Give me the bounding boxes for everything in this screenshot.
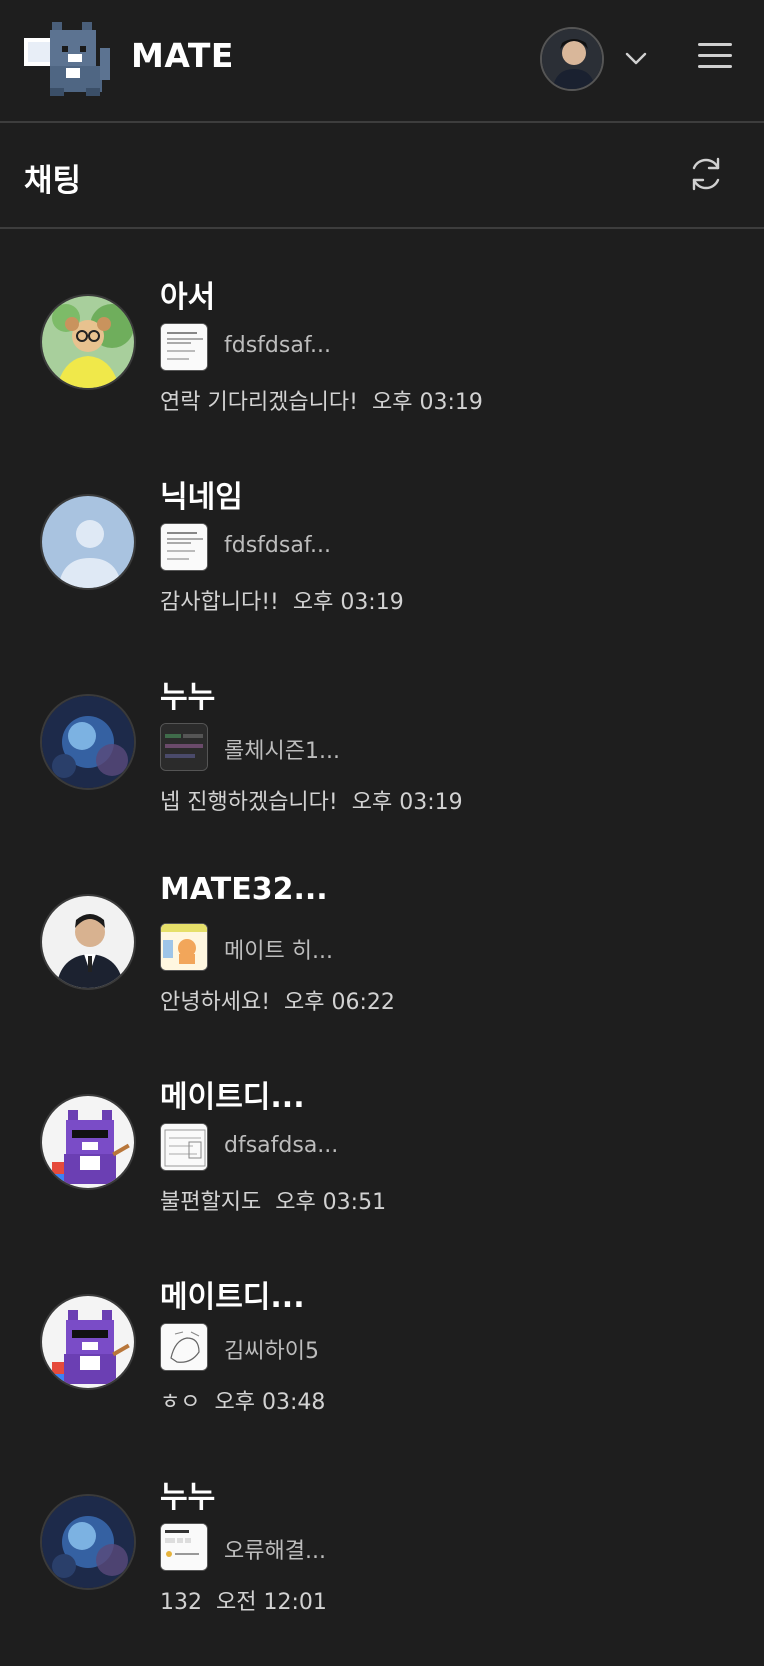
chat-last-message: 132	[160, 1590, 202, 1615]
chat-name: 메이트디...	[160, 1080, 305, 1115]
chat-time: 오전 12:01	[216, 1590, 327, 1615]
document-thumbnail	[160, 523, 208, 571]
chat-list-item[interactable]: 아서 fdsfdsaf... 연락 기다리겠습니다! 오후 03:19	[0, 231, 764, 431]
default-user-avatar	[40, 494, 136, 590]
game-art-avatar	[40, 1494, 136, 1590]
purple-pixel-cat-avatar	[40, 1094, 136, 1190]
chat-last-message-row: 132 오전 12:01	[160, 1584, 327, 1616]
chat-last-message-row: 연락 기다리겠습니다! 오후 03:19	[160, 384, 483, 416]
chat-last-message: 감사합니다!!	[160, 590, 279, 615]
purple-pixel-cat-avatar	[40, 1294, 136, 1390]
hamburger-menu-icon[interactable]	[696, 40, 734, 72]
chat-last-message: ㅎㅇ	[160, 1390, 201, 1415]
chat-preview-title: 롤체시즌1...	[224, 739, 340, 764]
chat-time: 오후 03:51	[275, 1190, 387, 1215]
chat-section-header: 채팅	[0, 125, 764, 229]
chat-last-message: 안녕하세요!	[160, 990, 271, 1015]
chat-last-message-row: 넵 진행하겠습니다! 오후 03:19	[160, 784, 463, 816]
chevron-down-icon[interactable]	[623, 45, 649, 71]
chat-list-item[interactable]: 누누 오류해결... 132 오전 12:01	[0, 1431, 764, 1631]
brand-name[interactable]: MATE	[131, 36, 234, 75]
chat-time: 오후 03:19	[351, 790, 463, 815]
chat-name: 메이트디...	[160, 1280, 305, 1315]
game-art-avatar	[40, 694, 136, 790]
dark-screenshot-thumbnail	[160, 723, 208, 771]
chat-list: 아서 fdsfdsaf... 연락 기다리겠습니다! 오후 03:19 닉네임	[0, 231, 764, 1631]
chat-last-message-row: 안녕하세요! 오후 06:22	[160, 984, 395, 1016]
document-thumbnail	[160, 323, 208, 371]
chat-last-message-row: 불편할지도 오후 03:51	[160, 1184, 386, 1216]
chat-preview-title: 김씨하이5	[224, 1339, 319, 1364]
chat-last-message: 불편할지도	[160, 1190, 262, 1215]
chat-preview-title: dfsafdsa...	[224, 1133, 339, 1158]
chat-time: 오후 03:19	[292, 590, 404, 615]
user-avatar[interactable]	[540, 27, 604, 91]
drawing-thumbnail	[160, 1323, 208, 1371]
chat-name: 닉네임	[160, 480, 243, 515]
man-in-suit-avatar	[40, 894, 136, 990]
form-screenshot-thumbnail	[160, 1523, 208, 1571]
chat-list-item[interactable]: 누누 롤체시즌1... 넵 진행하겠습니다! 오후 03:19	[0, 631, 764, 831]
chat-preview-title: 오류해결...	[224, 1539, 326, 1564]
chat-last-message: 넵 진행하겠습니다!	[160, 790, 338, 815]
chat-list-item[interactable]: 닉네임 fdsfdsaf... 감사합니다!! 오후 03:19	[0, 431, 764, 631]
chat-name: MATE32...	[160, 872, 328, 907]
pixel-cat-logo-icon[interactable]	[22, 18, 116, 98]
chat-preview-title: 메이트 히...	[224, 939, 333, 964]
chat-time: 오후 03:48	[214, 1390, 326, 1415]
chat-list-item[interactable]: MATE32... 메이트 히... 안녕하세요! 오후 06:22	[0, 831, 764, 1031]
chat-name: 아서	[160, 280, 216, 315]
refresh-icon[interactable]	[684, 152, 728, 196]
page-title: 채팅	[24, 163, 82, 199]
chat-preview-title: fdsfdsaf...	[224, 333, 331, 358]
chat-name: 누누	[160, 1480, 216, 1515]
chat-name: 누누	[160, 680, 216, 715]
chat-time: 오후 06:22	[284, 990, 395, 1015]
chat-list-item[interactable]: 메이트디... 김씨하이5 ㅎㅇ 오후 03:48	[0, 1231, 764, 1431]
sketch-thumbnail	[160, 1123, 208, 1171]
chat-last-message-row: 감사합니다!! 오후 03:19	[160, 584, 404, 616]
chat-list-item[interactable]: 메이트디... dfsafdsa... 불편할지도 오후 03:51	[0, 1031, 764, 1231]
chat-last-message: 연락 기다리겠습니다!	[160, 390, 358, 415]
top-header: MATE	[0, 0, 764, 123]
cat-mascot-thumbnail	[160, 923, 208, 971]
chat-last-message-row: ㅎㅇ 오후 03:48	[160, 1384, 325, 1416]
chat-preview-title: fdsfdsaf...	[224, 533, 331, 558]
chat-time: 오후 03:19	[371, 390, 483, 415]
arthur-cartoon-avatar	[40, 294, 136, 390]
